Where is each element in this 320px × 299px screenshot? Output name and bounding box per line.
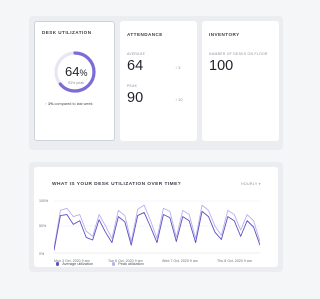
inventory-desks-value: 100 <box>209 58 234 74</box>
compare-text: compared to last week <box>54 102 93 106</box>
desk-utilization-title: DESK UTILIZATION <box>42 30 92 35</box>
peak-change-value: 10 <box>178 97 183 102</box>
desk-utilization-compare: ↑ 1% compared to last week <box>45 102 93 106</box>
attendance-card[interactable]: ATTENDANCE AVERAGE 64 ↑ 3 PEAK 90 ↑ 10 <box>120 21 197 141</box>
chart-card: WHAT IS YOUR DESK UTILIZATION OVER TIME?… <box>34 167 278 267</box>
desk-utilization-peak: 93% peak <box>68 81 84 85</box>
desk-utilization-card[interactable]: DESK UTILIZATION 64% 93% peak ↑ 1% compa… <box>34 21 115 141</box>
x-tick-3: Thu 8 Oct, 2020 9 am <box>217 259 252 263</box>
range-select[interactable]: HOURLY ▾ <box>241 182 261 186</box>
desk-utilization-percent: 64% <box>65 65 87 78</box>
inventory-desks-label: NUMBER OF DESKS ON FLOOR <box>209 52 268 56</box>
attendance-average-change: ↑ 3 <box>175 65 180 70</box>
legend-peak-swatch <box>112 262 116 266</box>
y-tick-50: 50% <box>39 224 47 228</box>
average-change-value: 3 <box>178 65 181 70</box>
compare-value: 1% <box>47 102 54 106</box>
chevron-down-icon: ▾ <box>257 182 261 186</box>
x-tick-2: Wed 7 Oct, 2020 9 am <box>162 259 198 263</box>
chart-title: WHAT IS YOUR DESK UTILIZATION OVER TIME? <box>52 182 182 187</box>
y-tick-100: 100% <box>39 199 49 203</box>
legend-average-swatch <box>56 262 60 266</box>
attendance-peak-change: ↑ 10 <box>175 97 183 102</box>
legend-average[interactable]: Average utilization <box>56 262 93 266</box>
attendance-title: ATTENDANCE <box>127 32 163 37</box>
legend-average-label: Average utilization <box>62 262 94 266</box>
average-utilization-line <box>54 210 260 251</box>
attendance-average-label: AVERAGE <box>127 52 146 56</box>
attendance-peak-label: PEAK <box>127 84 138 88</box>
attendance-average-value: 64 <box>127 58 144 74</box>
inventory-card[interactable]: INVENTORY NUMBER OF DESKS ON FLOOR 100 <box>202 21 279 141</box>
legend-peak-label: Peak utilization <box>118 262 144 266</box>
range-select-value: HOURLY <box>241 182 258 186</box>
utilization-line-chart <box>54 200 260 254</box>
attendance-peak-value: 90 <box>127 90 144 106</box>
legend-peak[interactable]: Peak utilization <box>112 262 144 266</box>
inventory-title: INVENTORY <box>209 32 240 37</box>
y-tick-0: 0% <box>39 252 45 256</box>
desk-utilization-percent-value: 64 <box>65 64 80 79</box>
desk-utilization-percent-sign: % <box>79 68 88 78</box>
